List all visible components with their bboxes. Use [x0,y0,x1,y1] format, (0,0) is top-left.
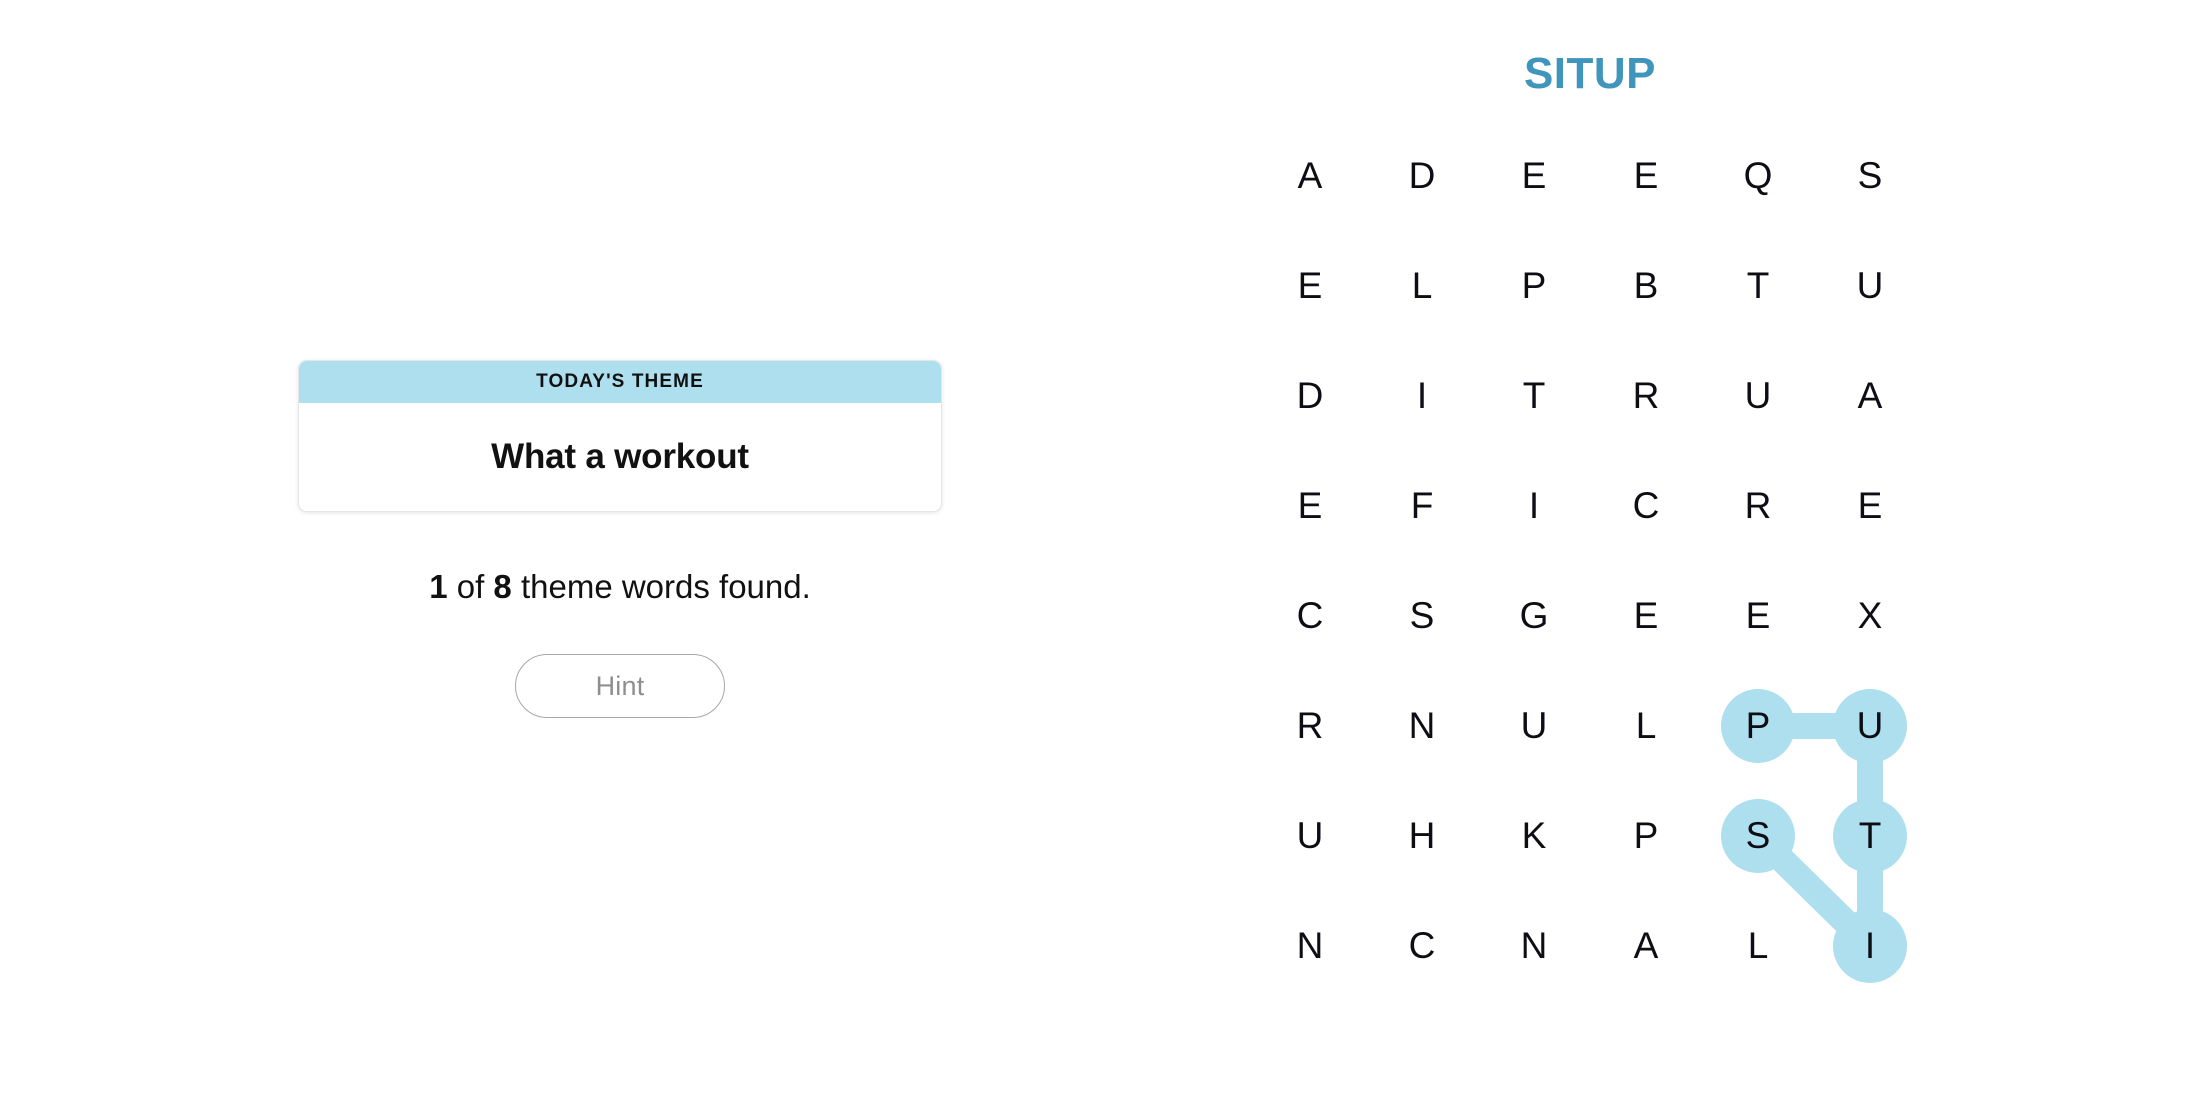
grid-cell[interactable]: K [1497,799,1571,873]
grid-cell[interactable]: N [1497,909,1571,983]
grid-cell[interactable]: P [1609,799,1683,873]
grid-cell[interactable]: E [1833,469,1907,543]
grid-cell[interactable]: B [1609,249,1683,323]
grid-cell[interactable]: R [1721,469,1795,543]
progress-middle-text: of [447,568,494,605]
grid-cell[interactable]: R [1609,359,1683,433]
theme-panel: TODAY'S THEME What a workout 1 of 8 them… [298,360,942,718]
grid-cell[interactable]: C [1609,469,1683,543]
grid-cell[interactable]: U [1273,799,1347,873]
grid-cell[interactable]: L [1385,249,1459,323]
grid-cell[interactable]: T [1833,799,1907,873]
theme-card-header: TODAY'S THEME [299,361,941,403]
puzzle-title: SITUP [1523,49,1657,98]
grid-cell[interactable]: A [1273,139,1347,213]
grid-cell[interactable]: U [1497,689,1571,763]
found-count: 1 [429,568,448,605]
grid-cell[interactable]: X [1833,579,1907,653]
grid-cell[interactable]: E [1609,579,1683,653]
grid-cell[interactable]: A [1609,909,1683,983]
hint-button[interactable]: Hint [515,654,725,718]
theme-card-header-label: TODAY'S THEME [536,371,704,392]
grid-cell[interactable]: L [1609,689,1683,763]
grid-cell[interactable]: I [1833,909,1907,983]
grid-cell[interactable]: E [1273,469,1347,543]
grid-cell[interactable]: D [1385,139,1459,213]
grid-cell[interactable]: E [1497,139,1571,213]
grid-cell[interactable]: F [1385,469,1459,543]
grid-cell[interactable]: N [1385,689,1459,763]
theme-title: What a workout [491,437,749,476]
grid-cell[interactable]: U [1721,359,1795,433]
grid-cell[interactable]: G [1497,579,1571,653]
theme-card-body: What a workout [299,403,941,511]
grid-cell[interactable]: S [1833,139,1907,213]
grid-cell[interactable]: U [1833,689,1907,763]
grid-cell[interactable]: S [1385,579,1459,653]
grid-cell[interactable]: T [1497,359,1571,433]
grid-cell[interactable]: H [1385,799,1459,873]
hint-button-wrap: Hint [298,654,942,718]
grid-cell[interactable]: P [1721,689,1795,763]
progress-text: 1 of 8 theme words found. [298,568,942,606]
puzzle-panel: SITUP ADEEQSELPBTUDITRUAEFICRECSGEEXRNUL… [1254,30,1954,983]
grid-cell[interactable]: I [1385,359,1459,433]
grid-cell[interactable]: C [1273,579,1347,653]
progress-suffix-text: theme words found. [511,568,811,605]
letter-cells-layer: ADEEQSELPBTUDITRUAEFICRECSGEEXRNULPUUHKP… [1254,136,1926,966]
grid-cell[interactable]: L [1721,909,1795,983]
todays-theme-card: TODAY'S THEME What a workout [298,360,942,512]
grid-cell[interactable]: E [1273,249,1347,323]
letter-grid: ADEEQSELPBTUDITRUAEFICRECSGEEXRNULPUUHKP… [1254,136,1926,983]
grid-cell[interactable]: C [1385,909,1459,983]
grid-cell[interactable]: T [1721,249,1795,323]
word-search-app: TODAY'S THEME What a workout 1 of 8 them… [0,0,2200,1100]
grid-cell[interactable]: E [1721,579,1795,653]
grid-cell[interactable]: D [1273,359,1347,433]
grid-cell[interactable]: U [1833,249,1907,323]
grid-cell[interactable]: P [1497,249,1571,323]
grid-cell[interactable]: N [1273,909,1347,983]
grid-cell[interactable]: E [1609,139,1683,213]
grid-cell[interactable]: S [1721,799,1795,873]
grid-cell[interactable]: R [1273,689,1347,763]
total-count: 8 [493,568,512,605]
grid-cell[interactable]: Q [1721,139,1795,213]
grid-cell[interactable]: I [1497,469,1571,543]
grid-cell[interactable]: A [1833,359,1907,433]
